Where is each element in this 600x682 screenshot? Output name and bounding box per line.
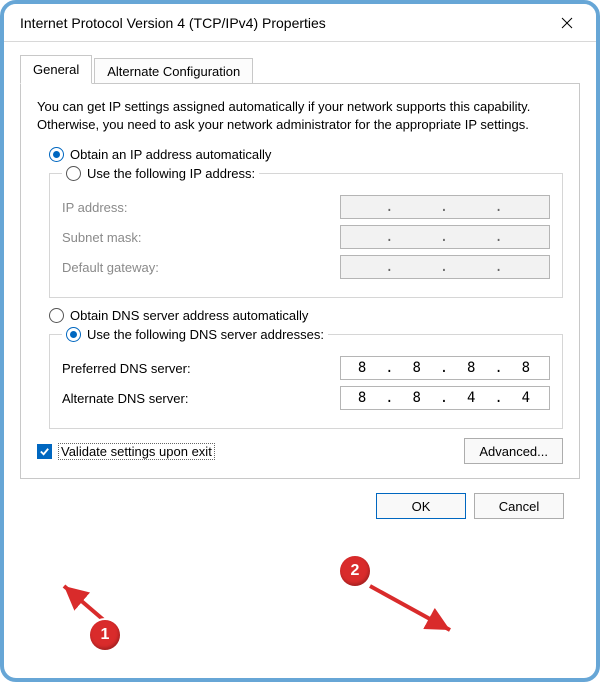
label-ip-address: IP address: xyxy=(62,200,340,215)
checkbox-validate-label: Validate settings upon exit xyxy=(58,443,215,460)
radio-dns-manual[interactable]: Use the following DNS server addresses: xyxy=(62,327,328,342)
tab-general-label: General xyxy=(33,62,79,77)
tab-panel-general: You can get IP settings assigned automat… xyxy=(20,83,580,479)
label-alternate-dns: Alternate DNS server: xyxy=(62,391,340,406)
row-alternate-dns: Alternate DNS server: 8. 8. 4. 4 xyxy=(62,386,550,410)
radio-icon xyxy=(66,327,81,342)
annotation-callout-1: 1 xyxy=(90,620,120,650)
row-default-gateway: Default gateway: . . . xyxy=(62,255,550,279)
radio-dns-manual-label: Use the following DNS server addresses: xyxy=(87,327,324,342)
row-ip-address: IP address: . . . xyxy=(62,195,550,219)
input-ip-address: . . . xyxy=(340,195,550,219)
check-icon xyxy=(37,444,52,459)
annotation-arrow-1 xyxy=(58,580,128,630)
row-subnet-mask: Subnet mask: . . . xyxy=(62,225,550,249)
radio-ip-auto-label: Obtain an IP address automatically xyxy=(70,147,271,162)
row-preferred-dns: Preferred DNS server: 8. 8. 8. 8 xyxy=(62,356,550,380)
radio-icon xyxy=(66,166,81,181)
tab-alternate-configuration[interactable]: Alternate Configuration xyxy=(94,58,253,84)
tab-strip: General Alternate Configuration xyxy=(20,54,580,83)
advanced-button[interactable]: Advanced... xyxy=(464,438,563,464)
cancel-button[interactable]: Cancel xyxy=(474,493,564,519)
label-default-gateway: Default gateway: xyxy=(62,260,340,275)
input-preferred-dns[interactable]: 8. 8. 8. 8 xyxy=(340,356,550,380)
window-title: Internet Protocol Version 4 (TCP/IPv4) P… xyxy=(20,15,548,31)
tab-general[interactable]: General xyxy=(20,55,92,84)
radio-dns-auto[interactable]: Obtain DNS server address automatically xyxy=(49,308,563,323)
radio-ip-manual-label: Use the following IP address: xyxy=(87,166,255,181)
label-subnet-mask: Subnet mask: xyxy=(62,230,340,245)
annotation-callout-2: 2 xyxy=(340,556,370,586)
input-subnet-mask: . . . xyxy=(340,225,550,249)
intro-text: You can get IP settings assigned automat… xyxy=(37,98,563,133)
radio-ip-manual[interactable]: Use the following IP address: xyxy=(62,166,259,181)
ok-button[interactable]: OK xyxy=(376,493,466,519)
dns-manual-group: Use the following DNS server addresses: … xyxy=(49,327,563,429)
input-alternate-dns[interactable]: 8. 8. 4. 4 xyxy=(340,386,550,410)
annotation-arrow-2 xyxy=(364,580,464,640)
dialog-window: Internet Protocol Version 4 (TCP/IPv4) P… xyxy=(0,0,600,682)
label-preferred-dns: Preferred DNS server: xyxy=(62,361,340,376)
radio-ip-auto[interactable]: Obtain an IP address automatically xyxy=(49,147,563,162)
radio-icon xyxy=(49,147,64,162)
cancel-button-label: Cancel xyxy=(499,499,539,514)
ok-button-label: OK xyxy=(412,499,431,514)
radio-dns-auto-label: Obtain DNS server address automatically xyxy=(70,308,308,323)
ip-manual-group: Use the following IP address: IP address… xyxy=(49,166,563,298)
close-button[interactable] xyxy=(548,4,586,42)
input-default-gateway: . . . xyxy=(340,255,550,279)
advanced-button-label: Advanced... xyxy=(479,444,548,459)
titlebar: Internet Protocol Version 4 (TCP/IPv4) P… xyxy=(4,4,596,42)
close-icon xyxy=(561,17,573,29)
radio-icon xyxy=(49,308,64,323)
tab-alternate-label: Alternate Configuration xyxy=(107,64,240,79)
dialog-footer: OK Cancel xyxy=(20,479,580,519)
